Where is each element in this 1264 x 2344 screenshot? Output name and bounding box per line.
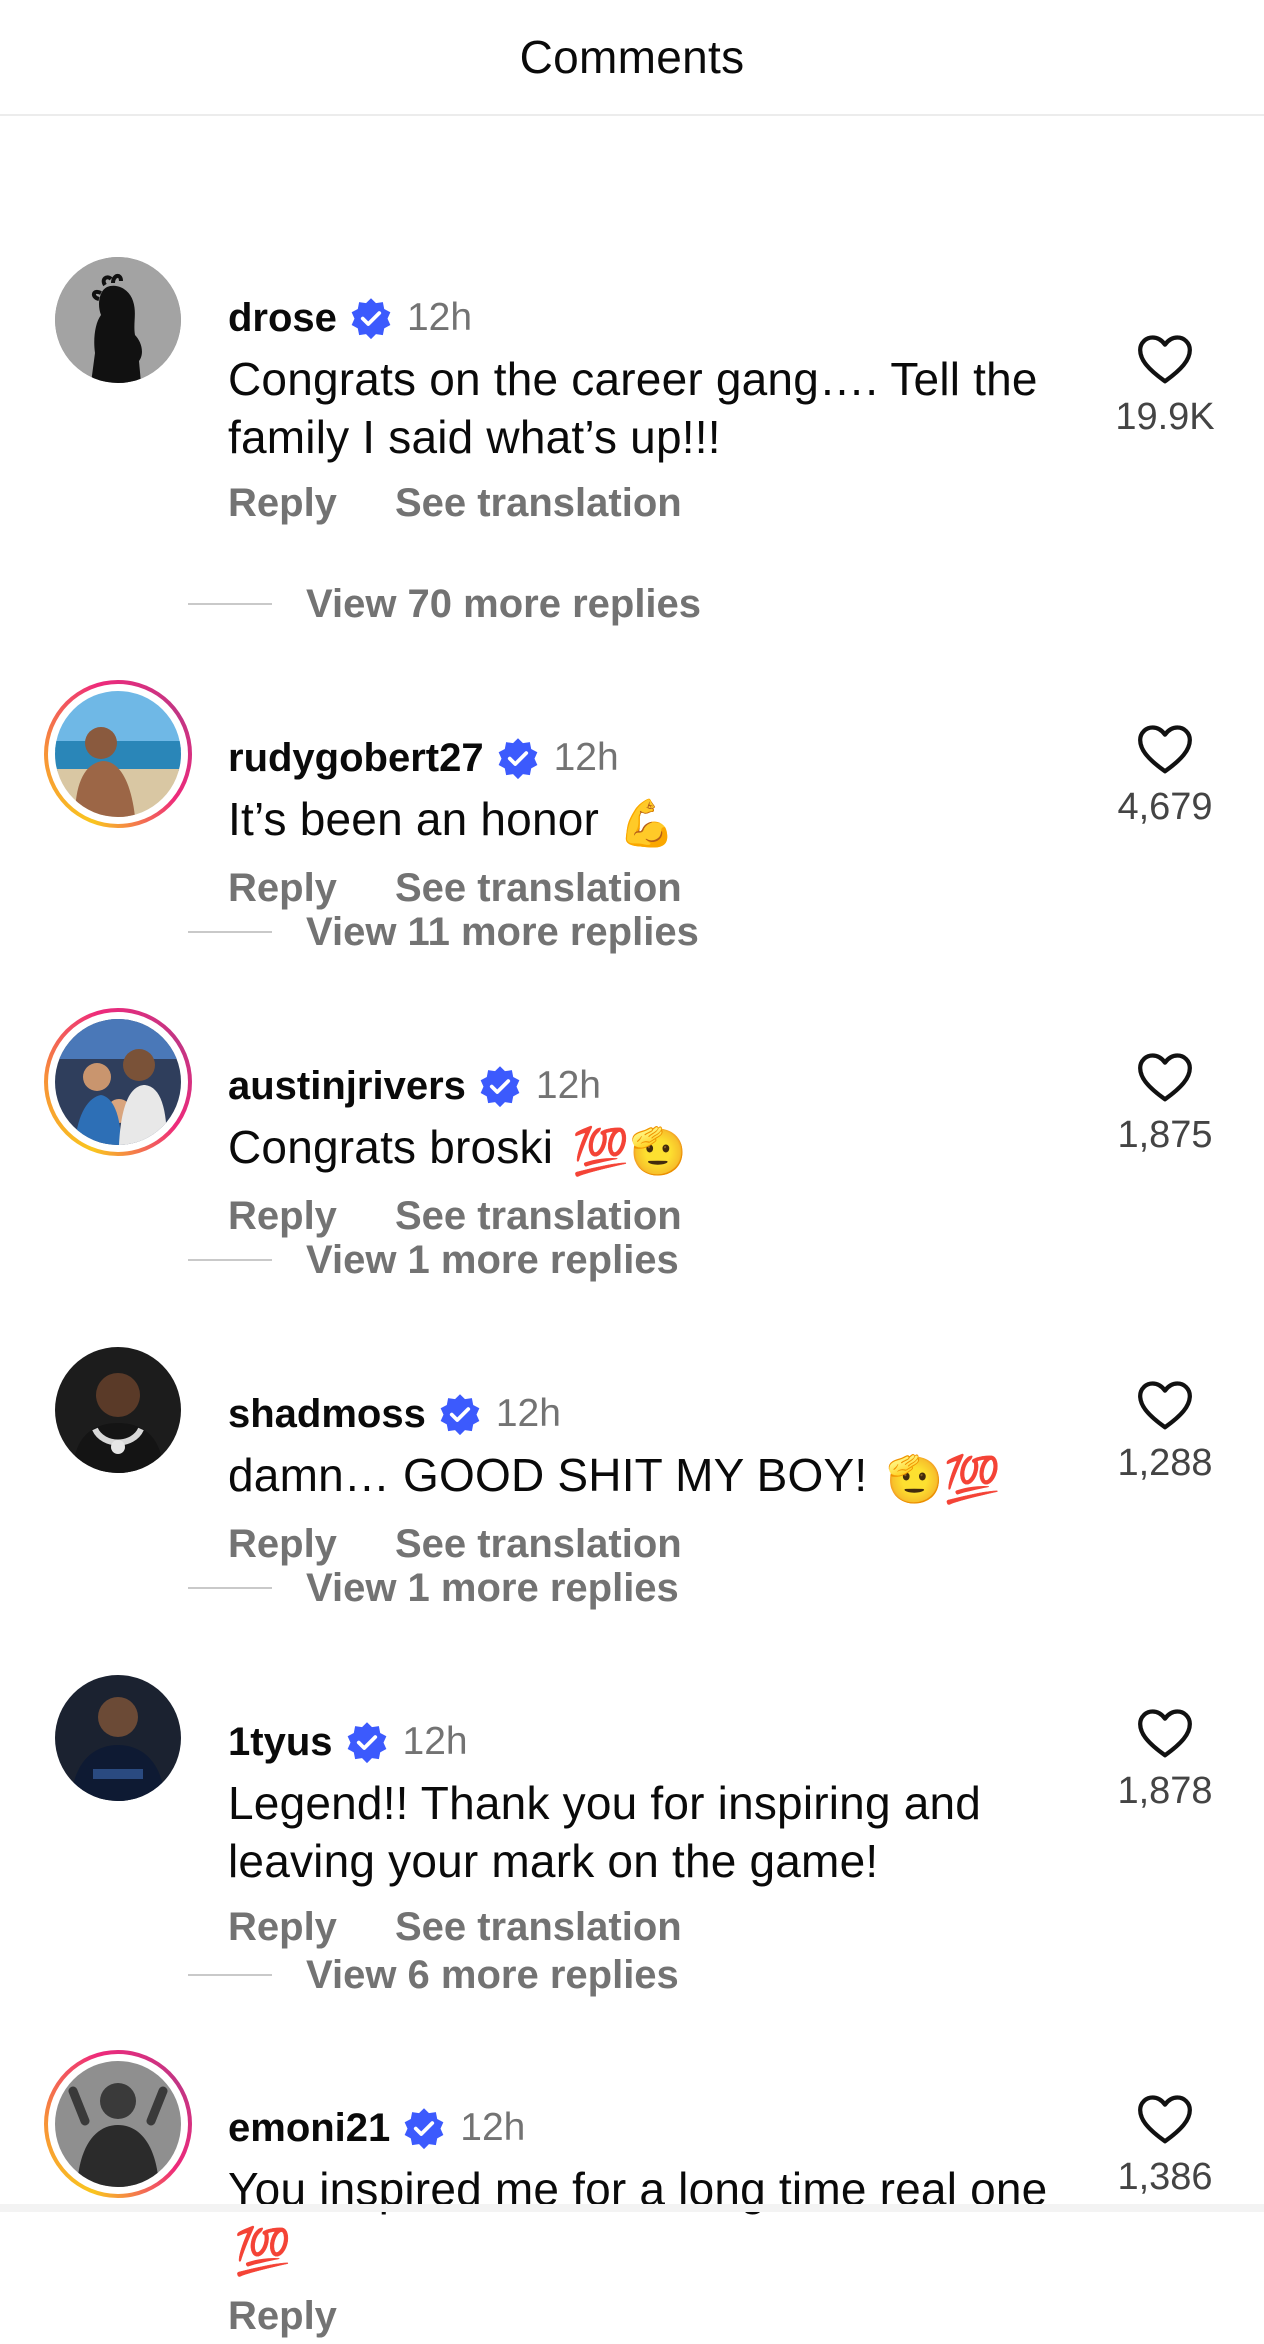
- comment-text: damn… GOOD SHIT MY BOY! 🫡💯: [228, 1446, 1068, 1508]
- verified-badge-icon: [496, 736, 540, 780]
- avatar[interactable]: [44, 1664, 192, 1812]
- username[interactable]: rudygobert27: [228, 736, 484, 781]
- comment-time: 12h: [553, 736, 619, 779]
- view-replies-button[interactable]: View 11 more replies: [188, 905, 699, 959]
- username[interactable]: shadmoss: [228, 1392, 426, 1437]
- avatar[interactable]: [44, 1008, 192, 1156]
- view-replies-label: View 70 more replies: [306, 581, 702, 626]
- reply-button[interactable]: Reply: [228, 1905, 337, 1950]
- username[interactable]: 1tyus: [228, 1720, 333, 1765]
- thread-line: [188, 1587, 272, 1589]
- heart-outline-icon[interactable]: [1136, 334, 1194, 386]
- comment-text: Legend!! Thank you for inspiring and lea…: [228, 1777, 982, 1887]
- avatar[interactable]: [44, 2050, 192, 2198]
- thread-line: [188, 603, 272, 605]
- avatar[interactable]: [44, 1336, 192, 1484]
- view-replies-button[interactable]: View 1 more replies: [188, 1561, 679, 1615]
- view-replies-button[interactable]: View 6 more replies: [188, 1948, 679, 2002]
- view-replies-button[interactable]: View 70 more replies: [188, 577, 701, 631]
- heart-outline-icon[interactable]: [1136, 1052, 1194, 1104]
- view-replies-button[interactable]: View 1 more replies: [188, 1233, 679, 1287]
- comment-time: 12h: [406, 296, 473, 339]
- thread-line: [188, 1259, 272, 1261]
- view-replies-label: View 1 more replies: [306, 1237, 679, 1282]
- username[interactable]: emoni21: [228, 2106, 390, 2151]
- comment-text: You inspired me for a long time real one…: [228, 2160, 1068, 2280]
- like-count: 4,679: [1117, 786, 1213, 828]
- comment-text: It’s been an honor 💪: [228, 790, 1068, 852]
- hundred-points-saluting-face-emoji: 💯🫡: [572, 1124, 688, 1177]
- view-replies-label: View 1 more replies: [306, 1565, 679, 1610]
- comment-time: 12h: [460, 2106, 526, 2149]
- thread-line: [188, 931, 272, 933]
- view-replies-label: View 11 more replies: [306, 909, 699, 954]
- thread-line: [188, 1974, 272, 1976]
- hundred-points-emoji: 💯: [234, 2224, 292, 2277]
- verified-badge-icon: [402, 2106, 446, 2150]
- heart-outline-icon[interactable]: [1136, 2094, 1194, 2146]
- avatar[interactable]: [44, 246, 192, 394]
- view-replies-label: View 6 more replies: [306, 1952, 679, 1997]
- header-title: Comments: [519, 31, 745, 83]
- heart-outline-icon[interactable]: [1136, 1708, 1194, 1760]
- comment-text: Congrats on the career gang…. Tell the f…: [228, 353, 1038, 463]
- verified-badge-icon: [349, 296, 393, 340]
- verified-badge-icon: [478, 1064, 522, 1108]
- heart-outline-icon[interactable]: [1136, 1380, 1194, 1432]
- bottom-edge: [0, 2204, 1264, 2212]
- username[interactable]: austinjrivers: [228, 1064, 466, 1109]
- like-count: 19.9K: [1115, 396, 1215, 438]
- reply-button[interactable]: Reply: [228, 2294, 337, 2339]
- like-count: 1,875: [1117, 1114, 1213, 1156]
- avatar[interactable]: [44, 680, 192, 828]
- flexed-biceps-emoji: 💪: [618, 796, 676, 849]
- comments-header: Comments: [0, 0, 1264, 116]
- comment-time: 12h: [535, 1064, 601, 1107]
- comment-time: 12h: [495, 1392, 561, 1435]
- like-count: 1,878: [1117, 1770, 1213, 1812]
- reply-button[interactable]: Reply: [228, 481, 337, 526]
- see-translation-button[interactable]: See translation: [395, 1905, 682, 1950]
- like-count: 1,288: [1117, 1442, 1213, 1484]
- verified-badge-icon: [438, 1392, 482, 1436]
- saluting-face-hundred-points-emoji: 🫡💯: [886, 1452, 1002, 1505]
- like-count: 1,386: [1117, 2156, 1213, 2198]
- heart-outline-icon[interactable]: [1136, 724, 1194, 776]
- see-translation-button[interactable]: See translation: [395, 481, 682, 526]
- comment-text: Congrats broski 💯🫡: [228, 1118, 1068, 1180]
- verified-badge-icon: [345, 1720, 389, 1764]
- username[interactable]: drose: [228, 296, 337, 341]
- comment-time: 12h: [402, 1720, 468, 1763]
